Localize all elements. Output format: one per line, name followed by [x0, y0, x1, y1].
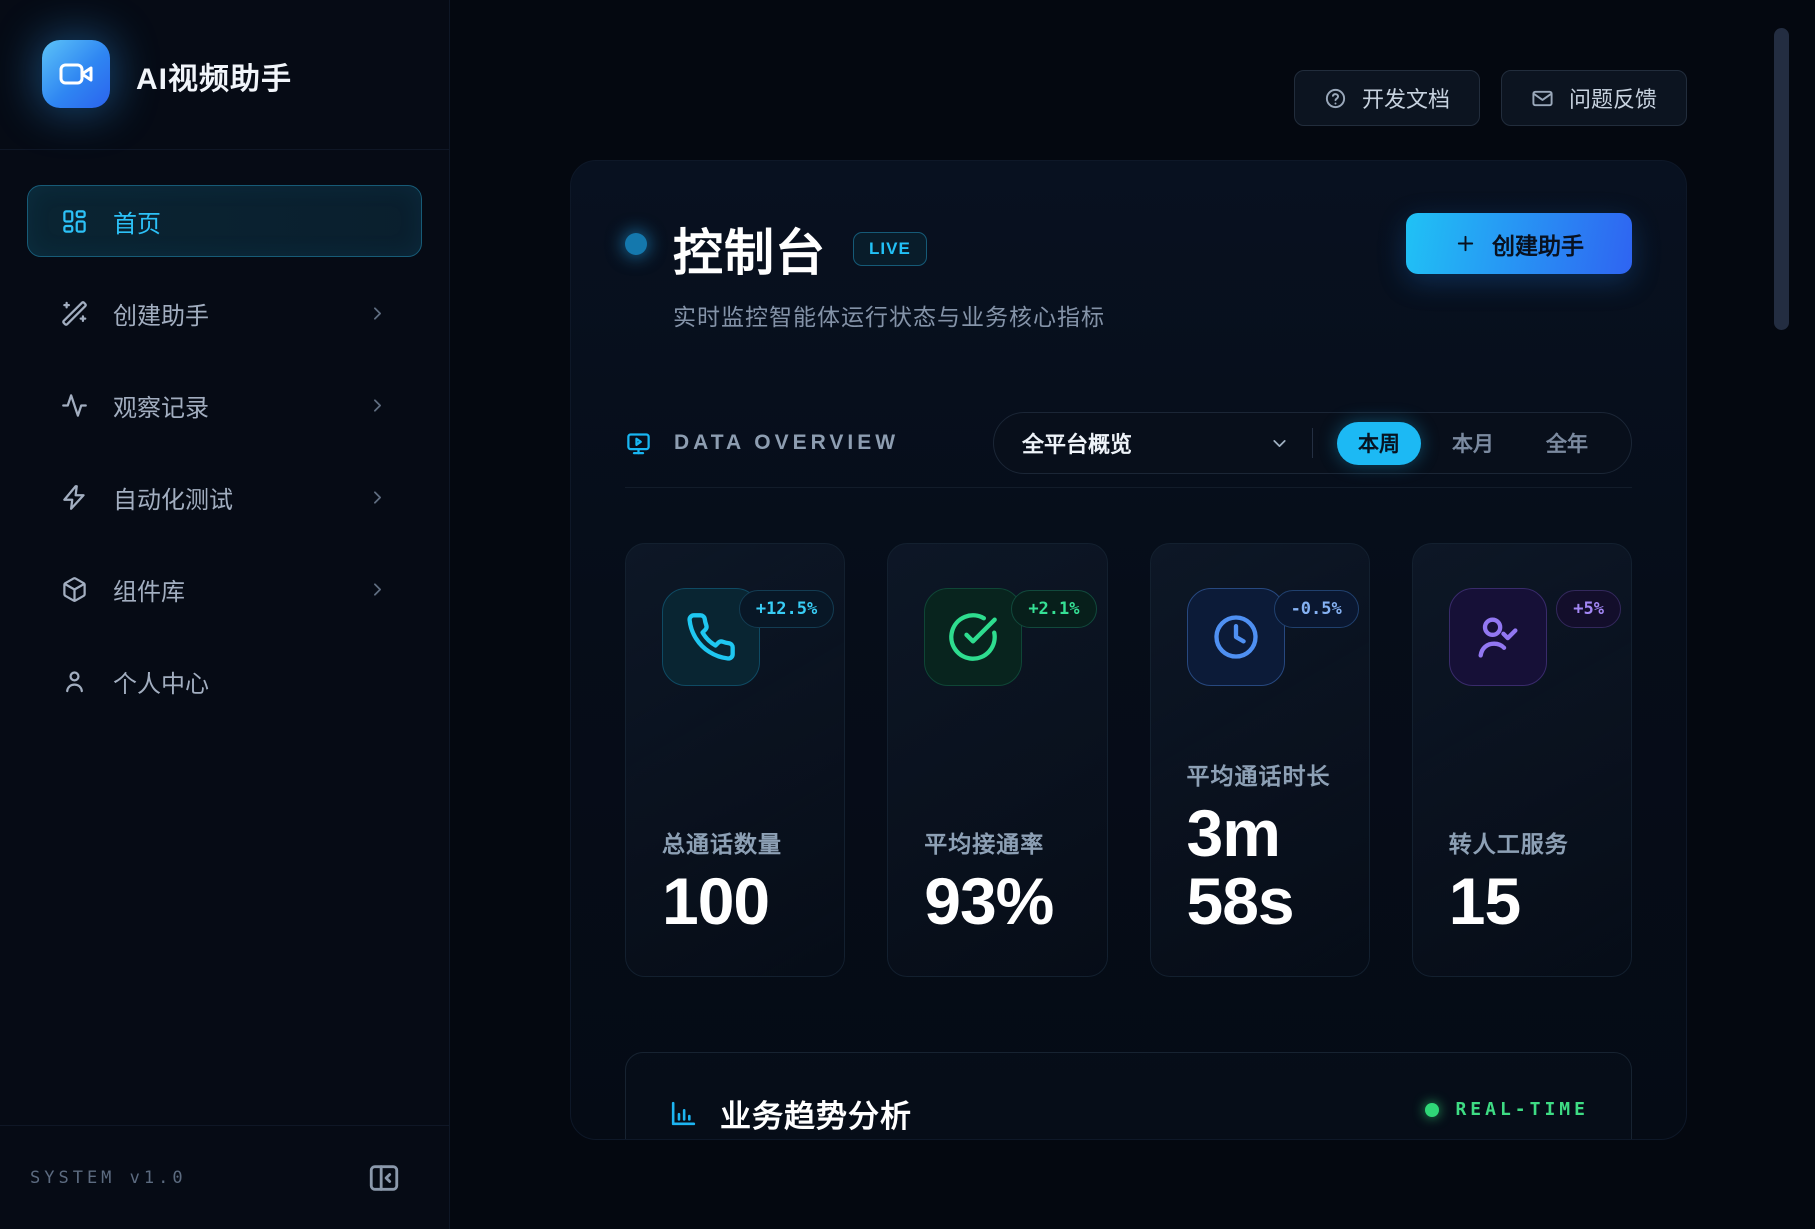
stat-card-human-transfer: +5% 转人工服务 15 — [1412, 543, 1632, 977]
data-overview-row: DATA OVERVIEW 全平台概览 本周 本月 全年 — [625, 412, 1632, 474]
sidebar-item-label: 个人中心 — [113, 664, 209, 699]
platform-select[interactable]: 全平台概览 — [1022, 427, 1290, 459]
mail-icon — [1531, 87, 1554, 110]
app-title: AI视频助手 — [136, 54, 292, 98]
phone-icon — [685, 611, 737, 663]
chevron-right-icon — [367, 579, 388, 600]
sidebar-item-automation-test[interactable]: 自动化测试 — [27, 461, 422, 533]
sidebar-item-home[interactable]: 首页 — [27, 185, 422, 257]
sidebar-item-personal-center[interactable]: 个人中心 — [27, 645, 422, 717]
stat-card-answer-rate: +2.1% 平均接通率 93% — [887, 543, 1107, 977]
delta-badge: +2.1% — [1011, 590, 1096, 628]
main-content: 开发文档 问题反馈 控制台 LIVE 实时监控智能体运行状态与业务核心指标 — [450, 0, 1815, 1229]
dev-docs-label: 开发文档 — [1362, 82, 1450, 114]
trend-analysis-card: 业务趋势分析 REAL-TIME — [625, 1052, 1632, 1140]
clock-icon — [1210, 611, 1262, 663]
chevron-right-icon — [367, 303, 388, 324]
check-circle-icon — [947, 611, 999, 663]
stat-icon-tile — [1187, 588, 1285, 686]
lightning-icon — [61, 484, 88, 511]
stat-value: 100 — [662, 867, 808, 936]
monitor-play-icon — [625, 430, 652, 457]
tab-month[interactable]: 本月 — [1431, 422, 1515, 465]
delta-badge: +5% — [1556, 590, 1621, 628]
activity-icon — [61, 392, 88, 419]
data-overview-header: DATA OVERVIEW — [625, 430, 899, 457]
range-tabs: 本周 本月 全年 — [1337, 422, 1609, 465]
sidebar-nav: 首页 创建助手 观察记录 自动化测试 组件库 — [0, 150, 449, 717]
cube-icon — [61, 576, 88, 603]
app-logo — [42, 40, 110, 108]
chevron-right-icon — [367, 395, 388, 416]
live-badge: LIVE — [853, 232, 927, 266]
stat-icon-tile — [1449, 588, 1547, 686]
trend-header: 业务趋势分析 — [668, 1091, 912, 1136]
sidebar-footer: SYSTEM v1.0 — [0, 1125, 449, 1229]
create-assistant-label: 创建助手 — [1492, 227, 1584, 261]
tab-week[interactable]: 本周 — [1337, 422, 1421, 465]
stat-card-avg-duration: -0.5% 平均通话时长 3m 58s — [1150, 543, 1370, 977]
bar-chart-icon — [668, 1098, 699, 1129]
console-header-left: 控制台 LIVE 实时监控智能体运行状态与业务核心指标 — [625, 213, 1105, 332]
stat-label: 总通话数量 — [662, 825, 808, 859]
magic-wand-icon — [61, 300, 88, 327]
plus-icon — [1454, 232, 1477, 255]
chevron-right-icon — [367, 487, 388, 508]
brand: AI视频助手 — [0, 0, 449, 150]
topbar: 开发文档 问题反馈 — [1294, 70, 1687, 126]
data-overview-label: DATA OVERVIEW — [674, 431, 899, 455]
sidebar-item-label: 自动化测试 — [113, 480, 233, 515]
controls-divider — [1312, 428, 1313, 458]
user-check-icon — [1472, 611, 1524, 663]
stat-label: 平均通话时长 — [1187, 757, 1333, 791]
sidebar-item-component-library[interactable]: 组件库 — [27, 553, 422, 625]
video-camera-icon — [58, 56, 94, 92]
system-version: SYSTEM v1.0 — [30, 1168, 187, 1188]
scrollbar[interactable] — [1774, 28, 1789, 330]
stat-icon-tile — [924, 588, 1022, 686]
platform-select-value: 全平台概览 — [1022, 427, 1132, 459]
stat-label: 转人工服务 — [1449, 825, 1595, 859]
dashboard-icon — [61, 208, 88, 235]
sidebar-item-observation-log[interactable]: 观察记录 — [27, 369, 422, 441]
realtime-label: REAL-TIME — [1455, 1099, 1589, 1120]
delta-badge: +12.5% — [739, 590, 834, 628]
user-icon — [61, 668, 88, 695]
sidebar-item-create-assistant[interactable]: 创建助手 — [27, 277, 422, 349]
console-panel: 控制台 LIVE 实时监控智能体运行状态与业务核心指标 创建助手 DATA OV… — [570, 160, 1687, 1140]
page-subtitle: 实时监控智能体运行状态与业务核心指标 — [673, 298, 1105, 332]
create-assistant-button[interactable]: 创建助手 — [1406, 213, 1632, 274]
help-circle-icon — [1324, 87, 1347, 110]
page-title: 控制台 — [673, 213, 826, 285]
trend-status: REAL-TIME — [1425, 1099, 1589, 1120]
stats-grid: +12.5% 总通话数量 100 +2.1% 平均接通率 93% — [625, 543, 1632, 977]
stat-value: 15 — [1449, 867, 1595, 936]
stat-value: 93% — [924, 867, 1070, 936]
sidebar-item-label: 组件库 — [113, 572, 185, 607]
section-divider — [625, 487, 1632, 488]
chevron-down-icon — [1269, 433, 1290, 454]
dev-docs-button[interactable]: 开发文档 — [1294, 70, 1480, 126]
sidebar: AI视频助手 首页 创建助手 观察记录 自动化测试 — [0, 0, 450, 1229]
tab-year[interactable]: 全年 — [1525, 422, 1609, 465]
feedback-label: 问题反馈 — [1569, 82, 1657, 114]
status-dot — [625, 233, 647, 255]
sidebar-item-label: 观察记录 — [113, 388, 209, 423]
delta-badge: -0.5% — [1274, 590, 1359, 628]
stat-card-total-calls: +12.5% 总通话数量 100 — [625, 543, 845, 977]
panel-collapse-icon — [367, 1161, 401, 1195]
overview-controls: 全平台概览 本周 本月 全年 — [993, 412, 1632, 474]
realtime-dot — [1425, 1103, 1439, 1117]
feedback-button[interactable]: 问题反馈 — [1501, 70, 1687, 126]
trend-title: 业务趋势分析 — [720, 1091, 912, 1136]
sidebar-item-label: 创建助手 — [113, 296, 209, 331]
stat-label: 平均接通率 — [924, 825, 1070, 859]
sidebar-item-label: 首页 — [113, 204, 161, 239]
collapse-sidebar-button[interactable] — [363, 1157, 405, 1199]
app-root: AI视频助手 首页 创建助手 观察记录 自动化测试 — [0, 0, 1815, 1229]
stat-value: 3m 58s — [1187, 799, 1333, 936]
console-header: 控制台 LIVE 实时监控智能体运行状态与业务核心指标 创建助手 — [625, 213, 1632, 332]
